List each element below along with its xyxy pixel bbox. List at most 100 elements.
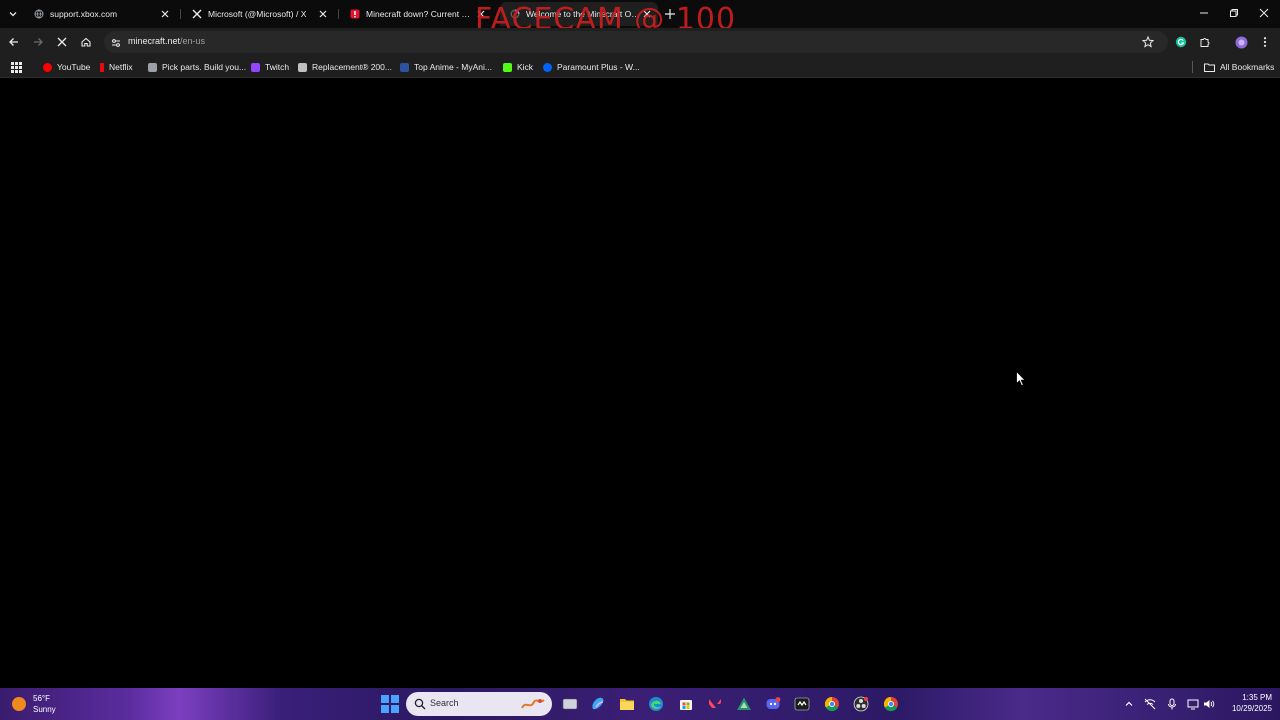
- profile-button[interactable]: [1232, 33, 1250, 51]
- bookmark-label: Twitch: [265, 62, 290, 72]
- bookmark-label: Top Anime - MyAni...: [414, 62, 492, 72]
- folder-icon: [620, 699, 634, 710]
- arrow-left-icon: [9, 38, 18, 46]
- url-path: /en-us: [180, 36, 206, 46]
- apps-button[interactable]: [11, 60, 22, 74]
- netflix-icon: [100, 62, 104, 72]
- bookmark-netflix[interactable]: Netflix: [100, 60, 133, 74]
- task-view-button[interactable]: [561, 695, 579, 713]
- grammarly-extension-button[interactable]: [1172, 33, 1190, 51]
- forward-button[interactable]: [29, 33, 47, 51]
- bookmark-replacement[interactable]: Replacement® 200...: [298, 60, 392, 74]
- globe-icon: [34, 9, 44, 19]
- network-status[interactable]: [1143, 697, 1157, 711]
- stop-loading-button[interactable]: [53, 33, 71, 51]
- bookmark-label: Kick: [517, 62, 534, 72]
- edge-app[interactable]: [647, 695, 665, 713]
- address-bar[interactable]: minecraft.net/en-us: [104, 31, 1168, 53]
- discord-icon: [766, 697, 781, 709]
- epic-launcher-app[interactable]: [793, 695, 811, 713]
- close-icon[interactable]: [316, 7, 330, 21]
- chevron-down-icon: [9, 12, 17, 17]
- microphone-icon: [1168, 698, 1176, 710]
- bookmark-star-button[interactable]: [1139, 33, 1157, 51]
- menu-button[interactable]: [1256, 33, 1274, 51]
- chrome-app[interactable]: [882, 695, 900, 713]
- avatar-icon: [1235, 36, 1247, 48]
- myanimelist-icon: [400, 62, 409, 72]
- tab-title: Minecraft down? Current status: [366, 9, 474, 19]
- bookmark-youtube[interactable]: YouTube: [43, 60, 90, 74]
- tab-divider: [180, 9, 181, 19]
- search-highlight-icon: [521, 699, 545, 709]
- page-viewport[interactable]: [0, 79, 1280, 687]
- bookmark-label: Paramount Plus - W...: [557, 62, 640, 72]
- obs-app[interactable]: [852, 695, 870, 713]
- tab-microsoft-x[interactable]: Microsoft (@Microsoft) / X: [182, 2, 334, 26]
- weather-temperature: 56°F: [33, 694, 50, 703]
- valorant-icon: [709, 699, 721, 708]
- copilot-app[interactable]: [589, 695, 607, 713]
- volume-status[interactable]: [1202, 697, 1216, 711]
- kebab-menu-icon: [1263, 37, 1267, 47]
- kick-icon: [503, 62, 512, 72]
- tab-divider: [338, 9, 339, 19]
- bookmark-pcpartpicker[interactable]: Pick parts. Build you...: [148, 60, 246, 74]
- start-button[interactable]: [381, 695, 399, 713]
- home-button[interactable]: [77, 33, 95, 51]
- edge-icon: [649, 697, 663, 711]
- file-explorer-app[interactable]: [618, 695, 636, 713]
- game-controller-icon: [794, 697, 810, 711]
- system-clock[interactable]: 1:35 PM 10/29/2025: [1222, 692, 1272, 714]
- network-icon: [1144, 698, 1156, 710]
- all-bookmarks-button[interactable]: All Bookmarks: [1204, 60, 1274, 74]
- triangle-app-icon: [737, 697, 751, 710]
- tab-minecraft-down[interactable]: Minecraft down? Current status: [340, 2, 492, 26]
- close-icon: [1259, 8, 1269, 18]
- bookmark-twitch[interactable]: Twitch: [251, 60, 289, 74]
- tab-title: Microsoft (@Microsoft) / X: [208, 9, 307, 19]
- clock-time: 1:35 PM: [1242, 693, 1272, 702]
- downdetector-icon: [350, 9, 360, 19]
- bookmark-label: Netflix: [109, 62, 133, 72]
- bookmark-myanimelist[interactable]: Top Anime - MyAni...: [400, 60, 492, 74]
- restore-icon: [1230, 9, 1238, 17]
- youtube-icon: [43, 62, 52, 72]
- stop-icon: [57, 37, 67, 47]
- site-info-icon[interactable]: [110, 36, 122, 48]
- chrome-icon: [824, 696, 839, 712]
- back-button[interactable]: [5, 33, 23, 51]
- weather-widget[interactable]: 56°F Sunny: [12, 692, 82, 716]
- url-text[interactable]: minecraft.net/en-us: [128, 36, 205, 46]
- minimize-button[interactable]: [1194, 4, 1214, 22]
- bookmark-kick[interactable]: Kick: [503, 60, 533, 74]
- display-status[interactable]: [1186, 697, 1200, 711]
- bookmark-label: YouTube: [57, 62, 91, 72]
- close-icon[interactable]: [158, 7, 172, 21]
- tab-title: support.xbox.com: [50, 9, 118, 19]
- weather-condition: Sunny: [33, 705, 56, 714]
- star-icon: [1142, 36, 1154, 48]
- show-hidden-icons-button[interactable]: [1122, 697, 1136, 711]
- discord-app[interactable]: [764, 695, 782, 713]
- x-logo-icon: [192, 9, 202, 19]
- home-icon: [81, 37, 91, 47]
- bookmark-label: Replacement® 200...: [312, 62, 392, 72]
- chrome-app-active[interactable]: [823, 695, 841, 713]
- restore-button[interactable]: [1224, 4, 1244, 22]
- close-window-button[interactable]: [1254, 4, 1274, 22]
- tab-search-button[interactable]: [4, 5, 22, 23]
- microphone-status[interactable]: [1165, 697, 1179, 711]
- sun-icon: [12, 697, 26, 711]
- extensions-button[interactable]: [1196, 33, 1214, 51]
- grammarly-icon: [1175, 36, 1187, 48]
- bookmarks-divider: [1192, 61, 1193, 73]
- prism-app[interactable]: [735, 695, 753, 713]
- tab-support-xbox[interactable]: support.xbox.com: [24, 2, 176, 26]
- site-icon: [298, 62, 307, 72]
- task-view-icon: [562, 698, 578, 710]
- valorant-app[interactable]: [706, 695, 724, 713]
- bookmark-paramount[interactable]: Paramount Plus - W...: [543, 60, 640, 74]
- taskbar-search[interactable]: Search: [406, 692, 552, 716]
- microsoft-store-app[interactable]: [677, 695, 695, 713]
